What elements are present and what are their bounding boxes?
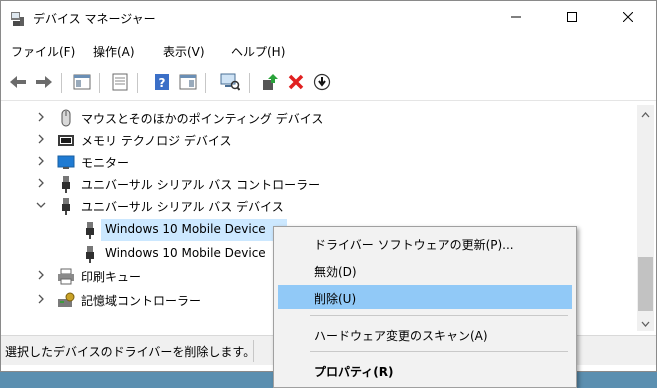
close-button[interactable] <box>605 1 651 35</box>
chevron-right-icon[interactable] <box>35 293 47 305</box>
title-bar[interactable]: デバイス マネージャー <box>1 1 656 37</box>
tree-item-label: Windows 10 Mobile Device <box>105 246 266 260</box>
minimize-icon <box>511 11 521 25</box>
help-button[interactable]: ? <box>151 72 173 94</box>
tree-item-memory[interactable]: メモリ テクノロジ デバイス <box>1 129 637 151</box>
status-text: 選択したデバイスのドライバーを削除します。 <box>5 345 256 359</box>
close-icon <box>622 11 634 25</box>
help-icon: ? <box>154 73 170 94</box>
properties-icon <box>73 74 91 93</box>
chevron-down-icon[interactable] <box>35 199 47 211</box>
menu-action[interactable]: 操作(A) <box>93 43 135 60</box>
disable-button[interactable] <box>311 72 333 94</box>
toolbar-separator <box>249 73 250 93</box>
context-menu-separator <box>310 351 568 352</box>
context-item-disable[interactable]: 無効(D) <box>278 258 572 282</box>
scan-icon <box>220 73 241 94</box>
toolbar: ? <box>1 67 656 101</box>
chevron-down-icon <box>641 316 650 330</box>
update-view-button[interactable] <box>109 72 131 94</box>
context-item-label: ハードウェア変更のスキャン(A) <box>314 329 488 343</box>
tree-item-label: Windows 10 Mobile Device <box>105 222 266 236</box>
vertical-scrollbar[interactable] <box>637 105 654 331</box>
forward-button[interactable] <box>33 72 55 94</box>
tree-item-label: ユニバーサル シリアル バス デバイス <box>81 200 284 214</box>
chevron-right-icon[interactable] <box>35 155 47 167</box>
context-item-properties[interactable]: プロパティ(R) <box>278 358 572 382</box>
back-icon <box>9 75 27 92</box>
back-button[interactable] <box>7 72 29 94</box>
scroll-up-button[interactable] <box>637 105 654 122</box>
uninstall-icon <box>288 74 304 93</box>
update-icon <box>112 73 128 94</box>
tree-item-label: モニター <box>81 156 130 170</box>
context-menu-separator <box>310 315 568 316</box>
printer-icon <box>57 267 75 285</box>
status-separator <box>253 340 254 362</box>
uninstall-button[interactable] <box>285 72 307 94</box>
scroll-thumb[interactable] <box>638 257 653 311</box>
tree-item-label: メモリ テクノロジ デバイス <box>81 134 232 148</box>
toolbar-separator <box>137 73 138 93</box>
context-item-label: 削除(U) <box>314 292 357 306</box>
tree-item-usb-controller[interactable]: ユニバーサル シリアル バス コントローラー <box>1 173 637 195</box>
properties-view-button[interactable] <box>71 72 93 94</box>
scroll-down-button[interactable] <box>637 314 654 331</box>
tree-item-label: マウスとそのほかのポインティング デバイス <box>81 112 324 126</box>
chevron-right-icon[interactable] <box>35 269 47 281</box>
toolbar-separator <box>205 73 206 93</box>
chevron-right-icon[interactable] <box>35 111 47 123</box>
usb-icon <box>57 197 75 215</box>
context-item-uninstall[interactable]: 削除(U) <box>278 285 572 309</box>
usb-icon <box>57 175 75 193</box>
menu-help[interactable]: ヘルプ(H) <box>231 43 285 60</box>
tree-item-label: ユニバーサル シリアル バス コントローラー <box>81 178 321 192</box>
menu-file[interactable]: ファイル(F) <box>11 43 75 60</box>
update-driver-button[interactable] <box>259 72 281 94</box>
context-item-update-driver[interactable]: ドライバー ソフトウェアの更新(P)... <box>278 231 572 255</box>
chevron-up-icon <box>641 107 650 121</box>
usb-device-icon <box>81 245 99 263</box>
context-item-label: プロパティ(R) <box>314 365 394 379</box>
usb-device-icon <box>81 221 99 239</box>
device-manager-icon <box>9 11 25 27</box>
storage-icon <box>57 291 75 309</box>
view-button[interactable] <box>177 72 199 94</box>
maximize-button[interactable] <box>549 1 595 35</box>
mouse-icon <box>57 109 75 127</box>
context-menu: ドライバー ソフトウェアの更新(P)... 無効(D) 削除(U) ハードウェア… <box>273 226 577 388</box>
tree-item-mouse[interactable]: マウスとそのほかのポインティング デバイス <box>1 107 637 129</box>
forward-icon <box>35 75 53 92</box>
tree-item-monitor[interactable]: モニター <box>1 151 637 173</box>
menu-view[interactable]: 表示(V) <box>163 43 205 60</box>
monitor-icon <box>57 153 75 171</box>
maximize-icon <box>567 11 577 25</box>
chevron-right-icon[interactable] <box>35 133 47 145</box>
toolbar-separator <box>61 73 62 93</box>
memory-icon <box>57 131 75 149</box>
window-title: デバイス マネージャー <box>33 12 156 26</box>
context-item-label: 無効(D) <box>314 265 357 279</box>
tree-item-label: 印刷キュー <box>81 270 142 284</box>
menu-bar: ファイル(F) 操作(A) 表示(V) ヘルプ(H) <box>1 39 656 63</box>
disable-icon <box>313 73 331 94</box>
context-item-label: ドライバー ソフトウェアの更新(P)... <box>314 238 514 252</box>
scan-hardware-button[interactable] <box>219 72 241 94</box>
context-item-scan[interactable]: ハードウェア変更のスキャン(A) <box>278 322 572 346</box>
minimize-button[interactable] <box>493 1 539 35</box>
tree-item-label: 記憶域コントローラー <box>81 294 202 308</box>
update-driver-icon <box>261 73 279 94</box>
view-icon <box>179 74 197 93</box>
tree-item-usb-devices[interactable]: ユニバーサル シリアル バス デバイス <box>1 195 637 217</box>
toolbar-separator <box>99 73 100 93</box>
svg-text:?: ? <box>159 76 166 90</box>
chevron-right-icon[interactable] <box>35 177 47 189</box>
